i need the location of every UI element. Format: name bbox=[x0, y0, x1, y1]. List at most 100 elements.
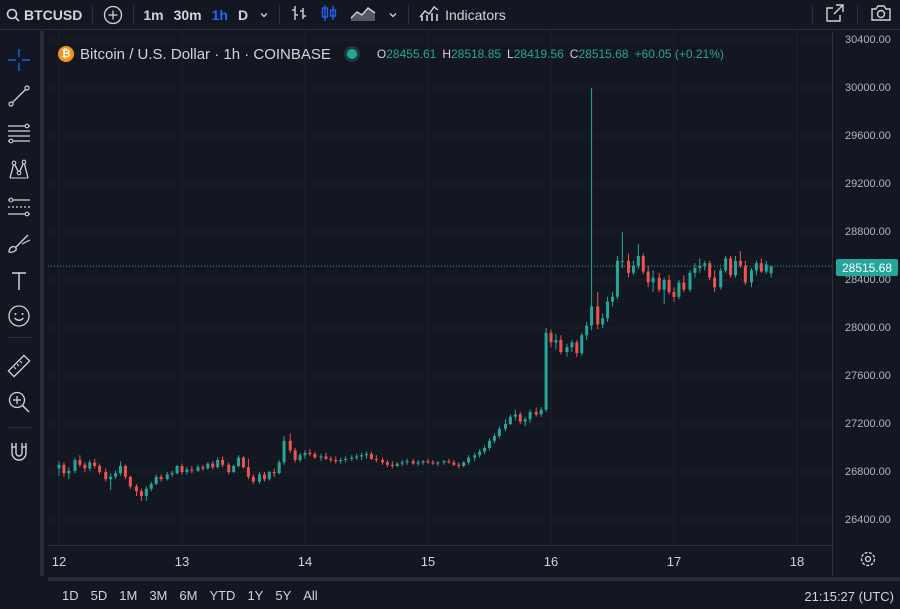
candle-body bbox=[139, 491, 143, 496]
crosshair-tool[interactable] bbox=[4, 47, 34, 77]
range-5y-button[interactable]: 5Y bbox=[269, 588, 297, 603]
candle-body bbox=[426, 461, 430, 463]
candle-body bbox=[227, 464, 231, 472]
text-tool[interactable] bbox=[4, 268, 34, 298]
chevron-down-icon bbox=[259, 7, 269, 23]
candle-body bbox=[365, 454, 368, 456]
measure-tool[interactable] bbox=[4, 353, 34, 383]
market-open-indicator[interactable] bbox=[346, 49, 357, 59]
high-value: 28518.85 bbox=[450, 47, 502, 61]
candle-body bbox=[272, 472, 276, 474]
candle-body bbox=[508, 416, 512, 424]
symbol-search[interactable]: BTCUSD bbox=[0, 0, 88, 30]
time-tick-label: 13 bbox=[174, 554, 190, 569]
candle-body bbox=[754, 263, 758, 271]
range-6m-button[interactable]: 6M bbox=[173, 588, 203, 603]
candle-body bbox=[416, 462, 420, 464]
forecasting-tool[interactable] bbox=[4, 194, 34, 224]
candle-body bbox=[713, 277, 717, 288]
indicators-button[interactable]: Indicators bbox=[413, 0, 512, 30]
range-1m-button[interactable]: 1M bbox=[113, 588, 143, 603]
candle-body bbox=[154, 476, 158, 484]
candle-body bbox=[539, 409, 543, 415]
candle-body bbox=[483, 448, 487, 452]
price-axis[interactable]: 30400.00 30000.00 29600.00 29200.00 2880… bbox=[832, 31, 900, 576]
range-1d-button[interactable]: 1D bbox=[56, 588, 85, 603]
area-style-button[interactable] bbox=[344, 0, 382, 30]
candle-body bbox=[431, 462, 435, 464]
price-chart[interactable] bbox=[48, 31, 832, 576]
candle-body bbox=[149, 484, 153, 489]
candle-body bbox=[570, 342, 574, 348]
candle-body bbox=[119, 466, 122, 474]
timeframe-dropdown[interactable] bbox=[253, 0, 275, 30]
candle-body bbox=[329, 458, 333, 460]
bars-icon bbox=[290, 4, 308, 25]
candle-body bbox=[528, 412, 532, 420]
fib-retracement-tool[interactable] bbox=[4, 120, 34, 150]
bar-style-button[interactable] bbox=[284, 0, 314, 30]
range-1y-button[interactable]: 1Y bbox=[241, 588, 269, 603]
candle-body bbox=[641, 256, 645, 272]
timeframe-d[interactable]: D bbox=[233, 0, 253, 30]
brush-tool[interactable] bbox=[4, 231, 34, 261]
bottom-toolbar: 1D 5D 1M 3M 6M YTD 1Y 5Y All 21:15:27 (U… bbox=[48, 577, 900, 609]
candle-body bbox=[764, 264, 768, 272]
range-5d-button[interactable]: 5D bbox=[85, 588, 114, 603]
candle-body bbox=[190, 469, 194, 471]
candle-body bbox=[93, 462, 97, 466]
candle-body bbox=[303, 452, 307, 456]
candle-body bbox=[109, 476, 113, 480]
timezone-clock[interactable]: 21:15:27 (UTC) bbox=[804, 589, 894, 604]
range-all-button[interactable]: All bbox=[297, 588, 323, 603]
range-ytd-button[interactable]: YTD bbox=[203, 588, 241, 603]
candles-style-button[interactable] bbox=[314, 0, 344, 30]
time-axis[interactable]: 12 13 14 15 16 17 18 bbox=[48, 545, 832, 575]
candle-body bbox=[395, 463, 399, 466]
price-tick-label: 26400.00 bbox=[845, 514, 891, 526]
price-tick-label: 28000.00 bbox=[845, 322, 891, 334]
candle-body bbox=[57, 464, 61, 469]
candle-body bbox=[734, 260, 737, 276]
candle-body bbox=[216, 460, 220, 468]
toolbar-divider bbox=[408, 4, 410, 25]
timeframe-30m[interactable]: 30m bbox=[169, 0, 207, 30]
candle-body bbox=[293, 450, 297, 460]
magnet-tool[interactable] bbox=[4, 439, 34, 469]
magnet-icon bbox=[7, 440, 31, 469]
candle-body bbox=[196, 467, 200, 471]
candle-body bbox=[708, 263, 712, 278]
range-3m-button[interactable]: 3M bbox=[143, 588, 173, 603]
candle-body bbox=[677, 282, 681, 297]
snapshot-button[interactable] bbox=[862, 0, 900, 30]
chart-type-dropdown[interactable] bbox=[382, 0, 404, 30]
high-key: H bbox=[442, 47, 451, 61]
price-tick-label: 30400.00 bbox=[845, 34, 891, 46]
indicators-icon bbox=[419, 4, 439, 25]
candle-body bbox=[313, 454, 317, 458]
candle-body bbox=[262, 474, 266, 480]
candle-body bbox=[355, 456, 359, 458]
candle-body bbox=[601, 318, 605, 325]
timeframe-1h[interactable]: 1h bbox=[207, 0, 233, 30]
candle-body bbox=[651, 277, 655, 283]
legend-title[interactable]: Bitcoin / U.S. Dollar · 1h · COINBASE bbox=[80, 46, 331, 63]
candle-body bbox=[339, 460, 343, 462]
candle-body bbox=[128, 476, 132, 487]
chart-settings-button[interactable] bbox=[858, 551, 878, 571]
emoji-tool[interactable] bbox=[4, 303, 34, 333]
fullscreen-button[interactable] bbox=[817, 0, 853, 30]
symbol-label: BTCUSD bbox=[24, 6, 83, 23]
timeframe-1m[interactable]: 1m bbox=[138, 0, 168, 30]
time-tick-label: 14 bbox=[297, 554, 313, 569]
price-tick-label: 27200.00 bbox=[845, 418, 891, 430]
candle-body bbox=[206, 463, 210, 469]
candle-body bbox=[503, 424, 507, 429]
compare-symbol-button[interactable] bbox=[97, 0, 129, 30]
trend-line-tool[interactable] bbox=[4, 83, 34, 113]
zoom-in-tool[interactable] bbox=[4, 389, 34, 419]
pattern-tool[interactable] bbox=[4, 157, 34, 187]
candle-body bbox=[631, 265, 635, 273]
search-icon bbox=[6, 8, 20, 22]
time-tick-label: 12 bbox=[51, 554, 67, 569]
